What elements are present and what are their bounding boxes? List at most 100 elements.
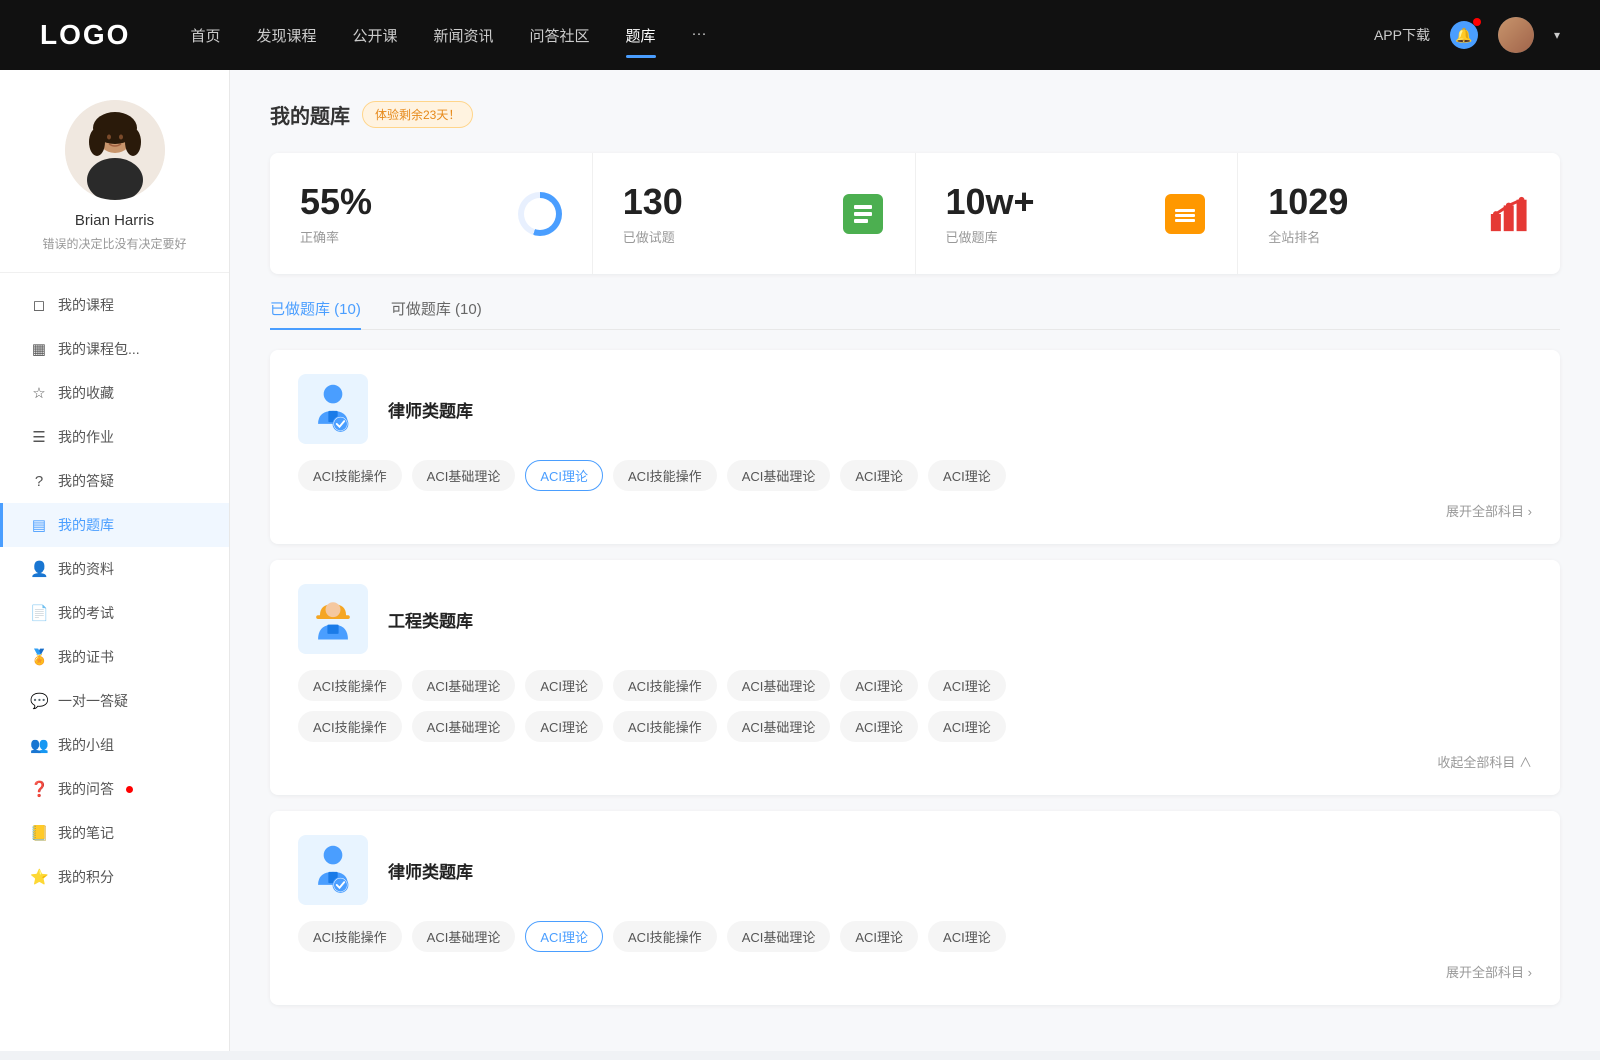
qbank-1-expand[interactable]: 展开全部科目 › [298,501,1532,520]
qbank-2-tag-r1-2[interactable]: ACI基础理论 [412,670,516,701]
homework-icon: ☰ [30,428,48,446]
sidebar-item-exams[interactable]: 📄 我的考试 [0,591,229,635]
engineer-svg [305,591,361,647]
profile-name: Brian Harris [75,212,154,229]
qbank-2-tag-r1-4[interactable]: ACI技能操作 [613,670,717,701]
qbank-1-icon [298,374,368,444]
sidebar-item-groups[interactable]: 👥 我的小组 [0,723,229,767]
sidebar-item-my-courses[interactable]: ◻ 我的课程 [0,283,229,327]
stat-done-banks: 10w+ 已做题库 [916,153,1239,274]
qbank-1-tag-2[interactable]: ACI基础理论 [412,460,516,491]
nav-open-course[interactable]: 公开课 [352,21,397,50]
qbank-3-tag-2[interactable]: ACI基础理论 [412,921,516,952]
qbank-2-title: 工程类题库 [388,607,473,632]
qbank-card-1: 律师类题库 ACI技能操作 ACI基础理论 ACI理论 ACI技能操作 ACI基… [270,350,1560,544]
qbank-2-tag-r2-2[interactable]: ACI基础理论 [412,711,516,742]
stat-accuracy-label: 正确率 [300,227,502,246]
sidebar-item-1on1[interactable]: 💬 一对一答疑 [0,679,229,723]
qbank-3-tag-5[interactable]: ACI基础理论 [727,921,831,952]
my-courses-icon: ◻ [30,296,48,314]
qbank-card-1-header: 律师类题库 [298,374,1532,444]
qbank-3-icon [298,835,368,905]
qbank-2-tags-row2: ACI技能操作 ACI基础理论 ACI理论 ACI技能操作 ACI基础理论 AC… [298,711,1532,742]
accuracy-icon [518,192,562,236]
nav-qa[interactable]: 问答社区 [530,21,590,50]
nav-more[interactable]: ··· [692,21,707,50]
stat-accuracy-value: 55% [300,181,502,223]
notification-badge [1473,18,1481,26]
groups-icon: 👥 [30,736,48,754]
avatar-svg [65,100,165,200]
tabs-row: 已做题库 (10) 可做题库 (10) [270,298,1560,330]
qbank-2-tag-r1-3[interactable]: ACI理论 [525,670,603,701]
tab-available[interactable]: 可做题库 (10) [391,298,482,329]
stat-done-banks-value: 10w+ [946,181,1148,223]
pie-chart [518,192,562,236]
qbank-2-tag-r2-6[interactable]: ACI理论 [840,711,918,742]
profile-motto: 错误的决定比没有决定要好 [42,235,186,252]
avatar[interactable] [1498,17,1534,53]
pie-inner [524,198,556,230]
nav-qbank[interactable]: 题库 [626,21,656,50]
qbank-3-expand[interactable]: 展开全部科目 › [298,962,1532,981]
stat-ranking-value: 1029 [1268,181,1470,223]
nav-news[interactable]: 新闻资讯 [434,21,494,50]
stat-accuracy-text: 55% 正确率 [300,181,502,246]
stat-done-questions-label: 已做试题 [623,227,825,246]
sidebar-item-questions[interactable]: ❓ 我的问答 [0,767,229,811]
qbank-2-tag-r1-6[interactable]: ACI理论 [840,670,918,701]
stat-done-banks-label: 已做题库 [946,227,1148,246]
sidebar-item-course-packages[interactable]: ▦ 我的课程包... [0,327,229,371]
nav-discover[interactable]: 发现课程 [256,21,316,50]
qbank-1-tag-5[interactable]: ACI基础理论 [727,460,831,491]
qbank-1-title: 律师类题库 [388,397,473,422]
notification-bell[interactable]: 🔔 [1450,21,1478,49]
ranking-chart-icon [1488,194,1528,234]
sidebar-item-points[interactable]: ⭐ 我的积分 [0,855,229,899]
nav-home[interactable]: 首页 [190,21,220,50]
qbank-card-3-header: 律师类题库 [298,835,1532,905]
qbank-3-tag-6[interactable]: ACI理论 [840,921,918,952]
main-layout: Brian Harris 错误的决定比没有决定要好 ◻ 我的课程 ▦ 我的课程包… [0,70,1600,1051]
sidebar-item-notes[interactable]: 📒 我的笔记 [0,811,229,855]
qbank-2-icon [298,584,368,654]
sidebar-item-profile[interactable]: 👤 我的资料 [0,547,229,591]
qbank-card-3: 律师类题库 ACI技能操作 ACI基础理论 ACI理论 ACI技能操作 ACI基… [270,811,1560,1005]
qbank-2-tag-r2-3[interactable]: ACI理论 [525,711,603,742]
qbank-1-tag-7[interactable]: ACI理论 [928,460,1006,491]
qbank-1-tag-1[interactable]: ACI技能操作 [298,460,402,491]
tab-done[interactable]: 已做题库 (10) [270,298,361,329]
qbank-1-tags: ACI技能操作 ACI基础理论 ACI理论 ACI技能操作 ACI基础理论 AC… [298,460,1532,491]
qbank-1-tag-6[interactable]: ACI理论 [840,460,918,491]
lawyer-svg [305,381,361,437]
qbank-2-tag-r1-1[interactable]: ACI技能操作 [298,670,402,701]
qbank-2-tag-r2-5[interactable]: ACI基础理论 [727,711,831,742]
sidebar-item-qa[interactable]: ? 我的答疑 [0,459,229,503]
sidebar-item-qbank[interactable]: ▤ 我的题库 [0,503,229,547]
ranking-icon [1486,192,1530,236]
qbank-card-2: 工程类题库 ACI技能操作 ACI基础理论 ACI理论 ACI技能操作 ACI基… [270,560,1560,795]
qbank-2-tag-r2-7[interactable]: ACI理论 [928,711,1006,742]
sidebar-item-certificates[interactable]: 🏅 我的证书 [0,635,229,679]
qbank-3-tag-3[interactable]: ACI理论 [525,921,603,952]
stat-done-questions-text: 130 已做试题 [623,181,825,246]
done-banks-icon [1163,192,1207,236]
qbank-2-tag-r2-1[interactable]: ACI技能操作 [298,711,402,742]
sidebar-item-favorites[interactable]: ☆ 我的收藏 [0,371,229,415]
profile-icon: 👤 [30,560,48,578]
qbank-3-tag-7[interactable]: ACI理论 [928,921,1006,952]
app-download-button[interactable]: APP下载 [1374,25,1430,45]
stat-accuracy: 55% 正确率 [270,153,593,274]
qbank-2-collapse[interactable]: 收起全部科目 ∧ [298,752,1532,771]
user-menu-chevron[interactable]: ▾ [1554,28,1560,42]
qbank-2-tag-r1-5[interactable]: ACI基础理论 [727,670,831,701]
sidebar-item-homework[interactable]: ☰ 我的作业 [0,415,229,459]
qbank-3-tag-4[interactable]: ACI技能操作 [613,921,717,952]
qbank-1-tag-4[interactable]: ACI技能操作 [613,460,717,491]
qbank-2-tag-r2-4[interactable]: ACI技能操作 [613,711,717,742]
qbank-3-tag-1[interactable]: ACI技能操作 [298,921,402,952]
points-icon: ⭐ [30,868,48,886]
qbank-2-tag-r1-7[interactable]: ACI理论 [928,670,1006,701]
logo[interactable]: LOGO [40,19,130,51]
qbank-1-tag-3[interactable]: ACI理论 [525,460,603,491]
